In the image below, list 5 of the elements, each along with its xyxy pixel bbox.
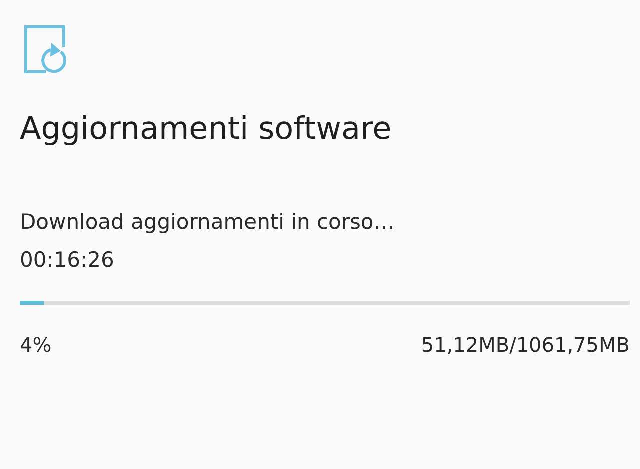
size-text: 51,12MB/1061,75MB bbox=[421, 332, 630, 359]
percent-text: 4% bbox=[20, 332, 52, 359]
elapsed-time: 00:16:26 bbox=[20, 247, 116, 274]
download-status: Download aggiornamenti in corso… bbox=[20, 209, 396, 236]
page-title: Aggiornamenti software bbox=[20, 110, 393, 149]
